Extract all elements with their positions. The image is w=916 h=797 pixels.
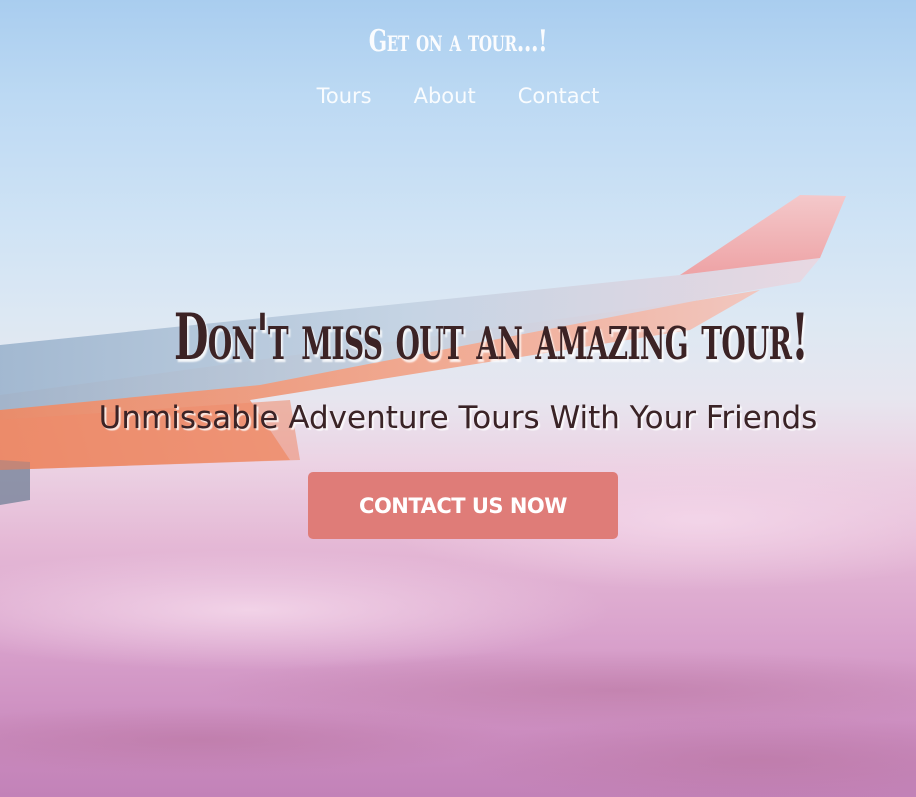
hero-section: Get on a tour...! Tours About Contact Do… xyxy=(0,0,916,797)
main-nav: Tours About Contact xyxy=(0,84,916,108)
contact-us-button[interactable]: CONTACT US NOW xyxy=(308,472,618,539)
hero-headline: Don't miss out an amazing tour! xyxy=(174,300,809,375)
nav-item-contact[interactable]: Contact xyxy=(518,84,600,108)
site-logo[interactable]: Get on a tour...! xyxy=(128,24,788,59)
nav-item-tours[interactable]: Tours xyxy=(317,84,372,108)
hero-subheadline: Unmissable Adventure Tours With Your Fri… xyxy=(98,400,818,436)
airplane-wing-background xyxy=(0,195,916,797)
nav-item-about[interactable]: About xyxy=(414,84,476,108)
